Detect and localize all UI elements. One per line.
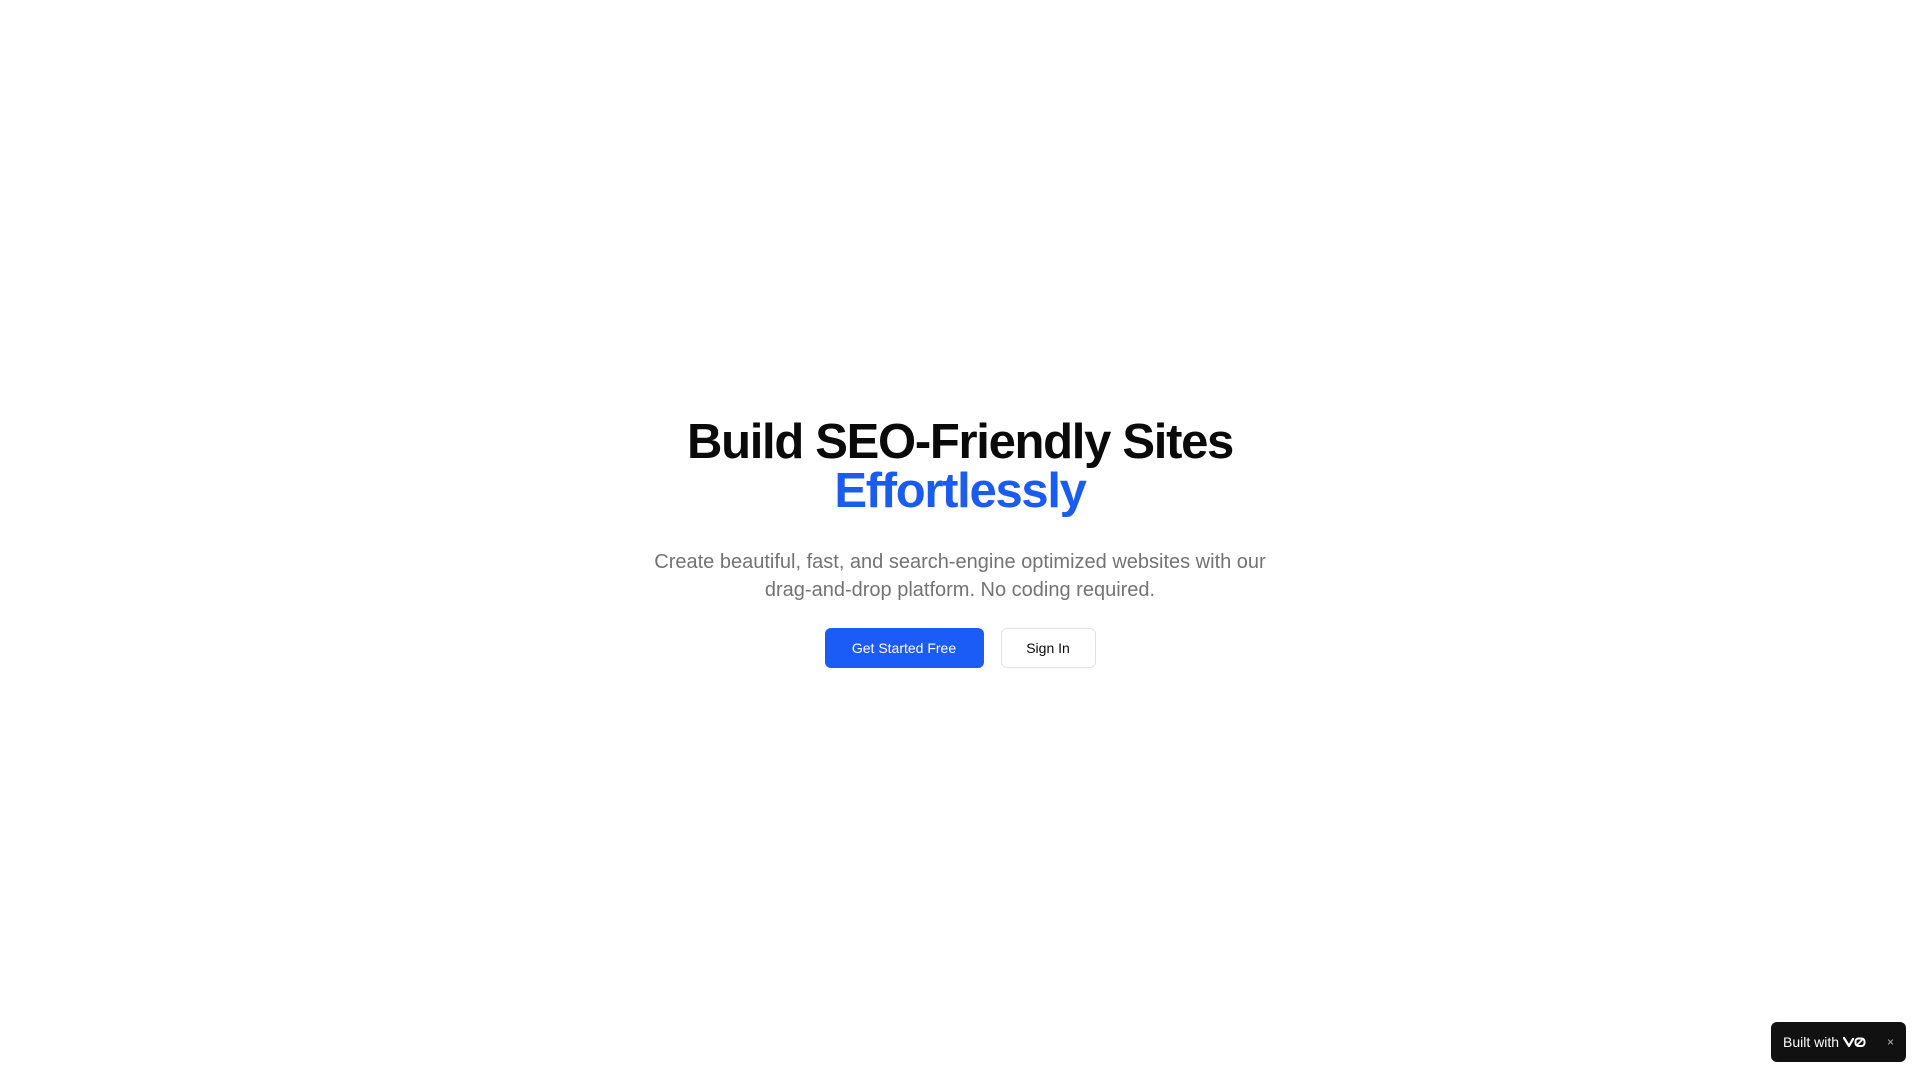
headline-main: Build SEO-Friendly Sites [686,415,1234,469]
close-icon[interactable]: × [1887,1036,1894,1048]
v0-logo-icon [1843,1036,1867,1048]
badge-label: Built with [1783,1034,1840,1050]
cta-group: Get Started Free Sign In [824,628,1096,668]
landing-page: Build SEO-Friendly Sites Effortlessly Cr… [0,0,1920,1080]
sign-in-button[interactable]: Sign In [1000,628,1096,668]
get-started-button[interactable]: Get Started Free [824,628,984,668]
page-title: Build SEO-Friendly Sites Effortlessly [686,415,1234,518]
hero-section: Build SEO-Friendly Sites Effortlessly Cr… [0,418,1920,668]
built-with-badge[interactable]: Built with × [1771,1022,1906,1062]
hero-subtitle: Create beautiful, fast, and search-engin… [654,551,1266,601]
headline-accent: Effortlessly [834,464,1087,518]
